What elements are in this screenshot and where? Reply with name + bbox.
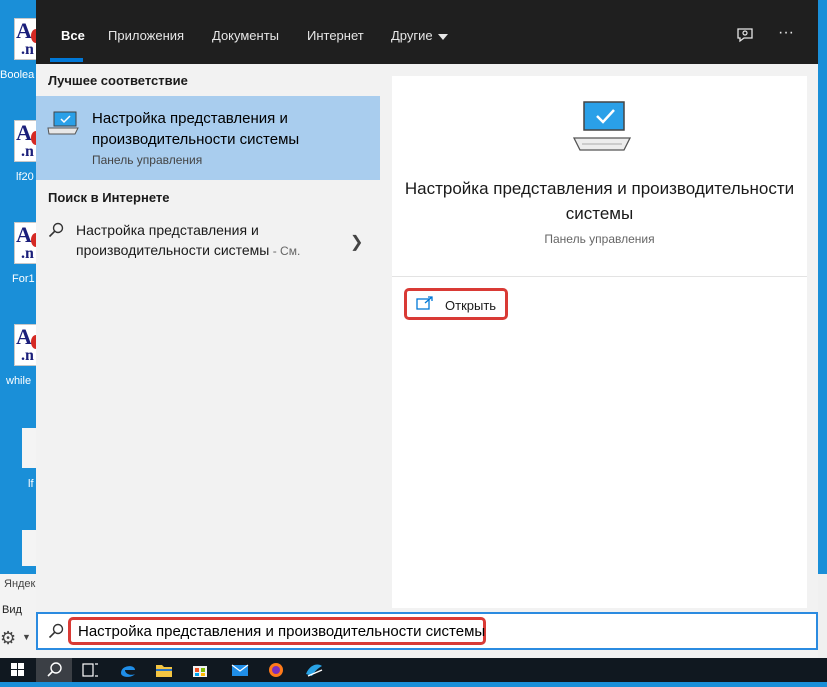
open-external-icon [416,296,434,315]
taskbar-edge[interactable] [110,658,146,682]
tab-internet[interactable]: Интернет [307,28,364,43]
taskbar-firefox[interactable] [258,658,294,682]
caret-down-icon [437,33,448,40]
computer-monitor-icon [46,110,80,145]
blank-file-icon [22,428,36,468]
best-match-heading: Лучшее соответствие [48,73,188,88]
app-icon [306,664,323,677]
search-input-value: Настройка представления и производительн… [78,623,486,640]
mail-icon [231,664,249,676]
store-icon [193,666,207,677]
search-icon [47,662,62,677]
desktop-icon-label: Boolea [0,69,35,81]
search-tabs-bar: Все Приложения Документы Интернет Другие… [36,0,818,64]
taskbar-store[interactable] [182,658,218,682]
background-window-fragment: Яндек Вид ⚙ ▼ [0,574,36,658]
feedback-icon[interactable] [736,26,754,49]
preview-title: Настройка представления и производительн… [404,179,795,223]
gear-icon[interactable]: ⚙ [0,628,16,649]
blank-file-icon[interactable] [22,530,36,566]
task-view-icon [82,663,98,677]
web-result-more: - См. [269,244,301,258]
tab-documents[interactable]: Документы [212,28,279,43]
web-result-text: Настройка представления и производительн… [76,222,270,258]
search-bar[interactable]: Настройка представления и производительн… [36,612,818,650]
taskbar-file-explorer[interactable] [146,658,182,682]
start-button[interactable] [0,658,36,682]
best-match-result[interactable]: Настройка представления и производительн… [36,96,380,180]
edge-icon [121,666,135,677]
results-list: Лучшее соответствие Настройка представле… [36,64,380,608]
taskbar-app[interactable] [296,658,332,682]
web-search-result[interactable]: Настройка представления и производительн… [36,214,380,270]
open-button-label: Открыть [445,298,497,313]
more-options-icon[interactable]: ··· [778,24,794,42]
taskbar-search-button[interactable] [36,658,72,682]
active-tab-indicator [50,58,83,62]
computer-monitor-icon [570,98,634,161]
preview-subtitle: Панель управления [544,232,655,246]
search-icon [48,623,64,644]
tab-apps[interactable]: Приложения [108,28,184,43]
open-button[interactable]: Открыть [404,288,508,320]
taskbar [0,658,827,682]
peek-menu-view[interactable]: Вид [2,604,22,616]
task-view-button[interactable] [72,658,108,682]
tab-other[interactable]: Другие [391,28,448,43]
firefox-icon [269,663,283,677]
best-match-title: Настройка представления и производительн… [92,110,300,148]
peek-text: Яндек [4,578,36,590]
taskbar-mail[interactable] [222,658,258,682]
chevron-right-icon[interactable]: ❯ [350,232,363,252]
folder-icon [156,665,172,677]
background-window-fragment [818,574,827,658]
chevron-down-icon[interactable]: ▼ [22,632,31,642]
divider [392,276,807,277]
best-match-subtitle: Панель управления [92,153,203,167]
tab-all[interactable]: Все [61,28,85,43]
preview-pane: Настройка представления и производительн… [392,76,807,608]
search-icon [48,222,64,243]
windows-logo-icon [11,663,24,676]
web-search-heading: Поиск в Интернете [48,190,170,205]
search-input[interactable]: Настройка представления и производительн… [68,617,486,645]
tab-other-label: Другие [391,28,433,43]
search-panel: Все Приложения Документы Интернет Другие… [36,0,818,658]
